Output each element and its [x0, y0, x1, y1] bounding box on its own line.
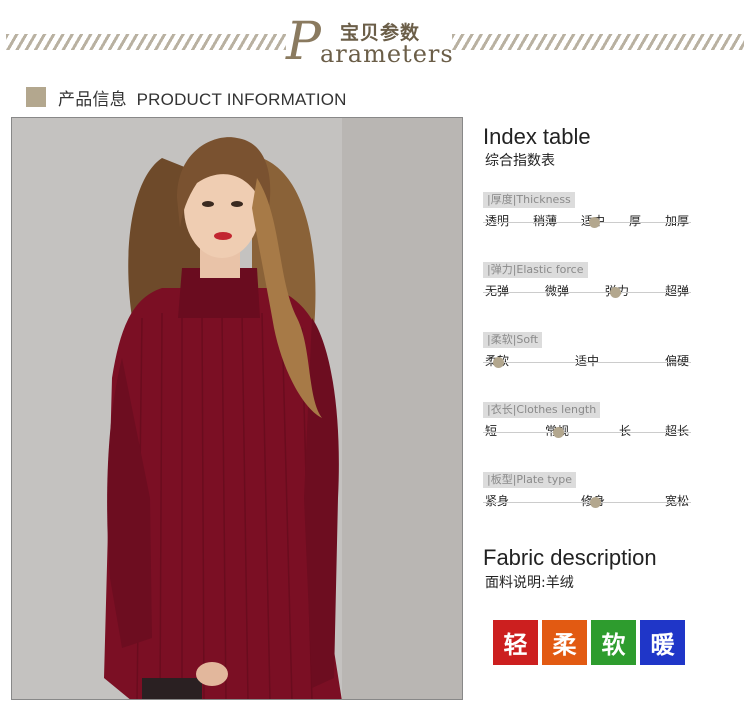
- scale-option: 透明: [485, 214, 510, 228]
- product-photo: [11, 117, 463, 700]
- scale-indicator-dot: [590, 497, 601, 508]
- scale-option: 短: [485, 424, 498, 438]
- scale-option: 超弹: [665, 284, 690, 298]
- badge-soft: 柔: [542, 620, 587, 665]
- param-plate-type: |板型|Plate type 紧身 修身 宽松: [483, 468, 693, 510]
- scale-option: 厚: [629, 214, 642, 228]
- scale-option: 紧身: [485, 494, 510, 508]
- param-label: |弹力|Elastic force: [483, 262, 588, 278]
- param-scale: 紧身 修身 宽松: [483, 492, 693, 510]
- scale-option: 超长: [665, 424, 690, 438]
- section-title: 产品信息 PRODUCT INFORMATION: [58, 89, 347, 109]
- param-label: |厚度|Thickness: [483, 192, 575, 208]
- banner-title-en: arameters: [320, 40, 454, 68]
- scale-option: 无弹: [485, 284, 510, 298]
- fabric-badges: 轻 柔 软 暖: [493, 620, 685, 665]
- scale-track: [483, 502, 691, 503]
- parameters-banner: P 宝贝参数 arameters: [0, 14, 750, 74]
- param-scale: 短 常规 长 超长: [483, 422, 693, 440]
- banner-stripe-right: [452, 34, 744, 50]
- fabric-subtitle: 面料说明:羊绒: [485, 575, 574, 591]
- scale-indicator-dot: [610, 287, 621, 298]
- banner-stripe-left: [6, 34, 286, 50]
- fabric-title: Fabric description: [483, 545, 657, 570]
- section-square-icon: [26, 87, 46, 107]
- badge-light: 轻: [493, 620, 538, 665]
- param-elastic-force: |弹力|Elastic force 无弹 微弹 弹力 超弹: [483, 258, 693, 300]
- scale-option: 稍薄: [533, 214, 558, 228]
- param-label: |衣长|Clothes length: [483, 402, 601, 418]
- scale-track: [483, 292, 691, 293]
- param-scale: 透明 稍薄 适中 厚 加厚: [483, 212, 693, 230]
- scale-option: 偏硬: [665, 354, 690, 368]
- model-illustration: [12, 118, 462, 699]
- scale-option: 长: [619, 424, 632, 438]
- index-table-subtitle: 综合指数表: [485, 153, 555, 169]
- scale-indicator-dot: [493, 357, 504, 368]
- param-scale: 无弹 微弹 弹力 超弹: [483, 282, 693, 300]
- section-header: 产品信息 PRODUCT INFORMATION: [26, 86, 347, 109]
- scale-track: [483, 222, 691, 223]
- badge-tender: 软: [591, 620, 636, 665]
- param-thickness: |厚度|Thickness 透明 稍薄 适中 厚 加厚: [483, 188, 693, 230]
- scale-option: 宽松: [665, 494, 690, 508]
- param-scale: 柔软 适中 偏硬: [483, 352, 693, 370]
- index-table-title: Index table: [483, 124, 591, 149]
- scale-option: 微弹: [545, 284, 570, 298]
- param-label: |板型|Plate type: [483, 472, 576, 488]
- scale-indicator-dot: [589, 217, 600, 228]
- banner-title-initial: P: [286, 12, 321, 72]
- param-soft: |柔软|Soft 柔软 适中 偏硬: [483, 328, 693, 370]
- param-clothes-length: |衣长|Clothes length 短 常规 长 超长: [483, 398, 693, 440]
- param-label: |柔软|Soft: [483, 332, 543, 348]
- scale-track: [483, 432, 691, 433]
- scale-option: 加厚: [665, 214, 690, 228]
- scale-track: [483, 362, 691, 363]
- scale-indicator-dot: [553, 427, 564, 438]
- badge-warm: 暖: [640, 620, 685, 665]
- scale-option: 适中: [575, 354, 600, 368]
